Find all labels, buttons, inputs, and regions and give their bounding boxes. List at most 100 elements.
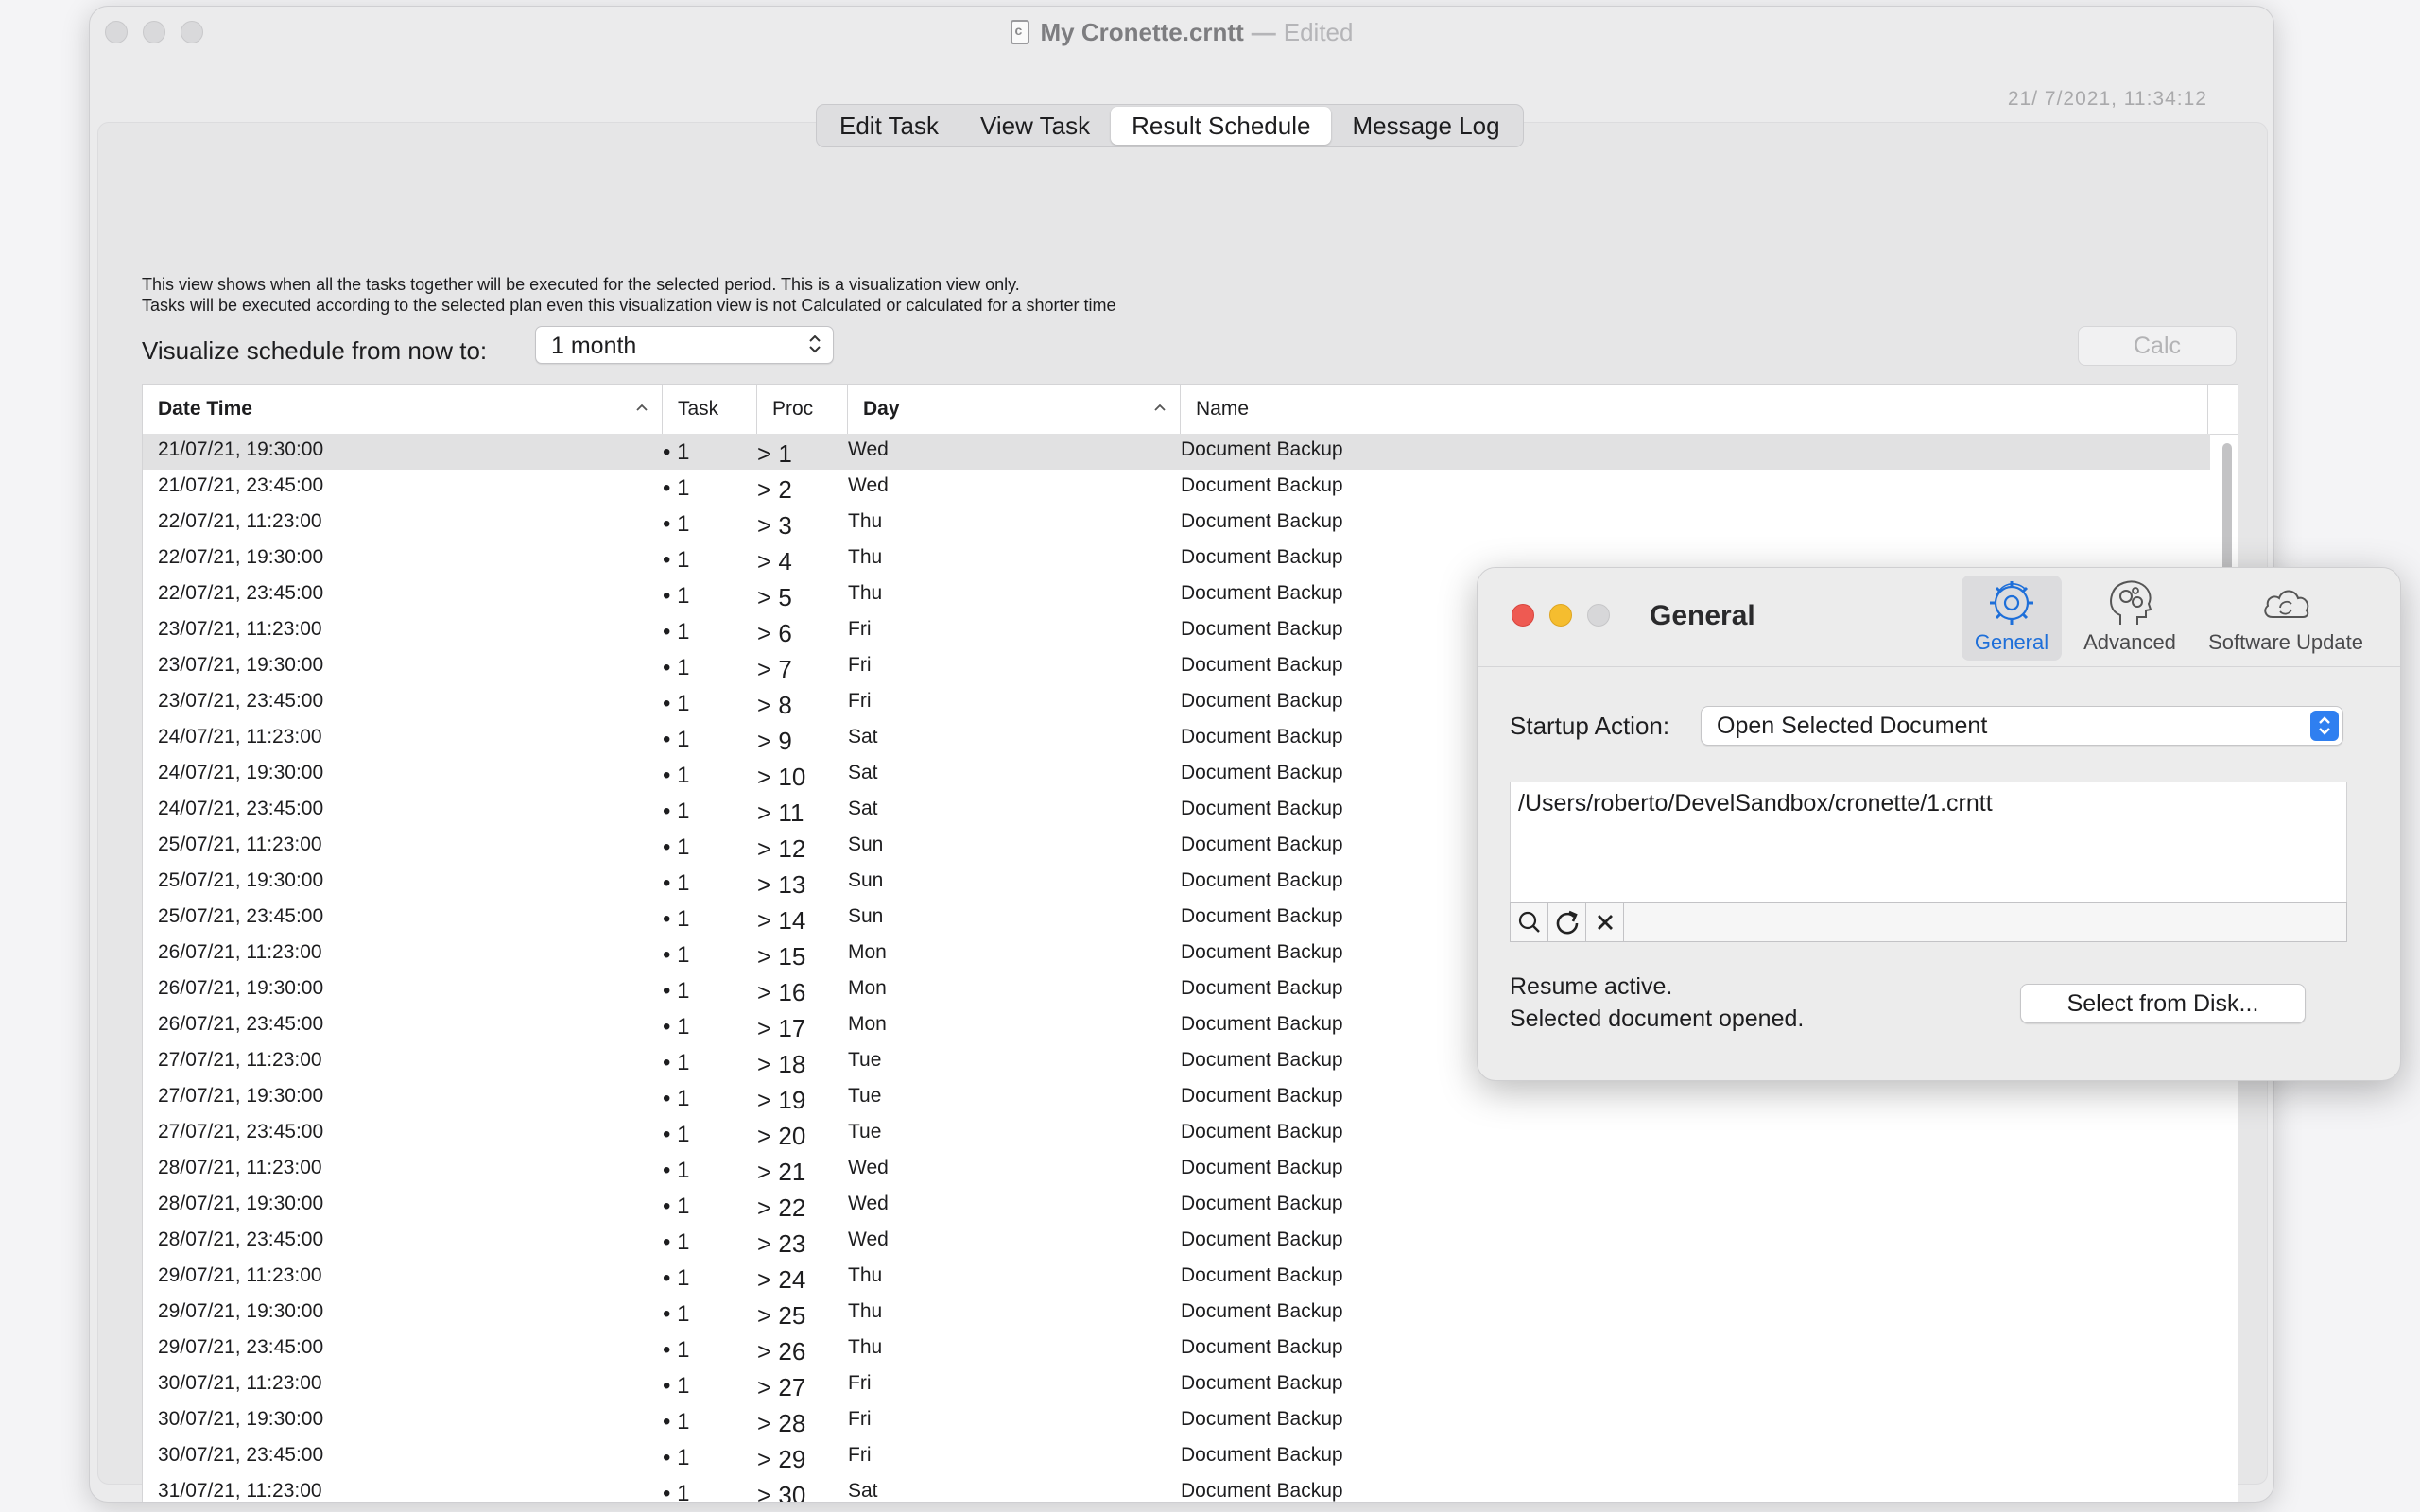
day-cell: Sun (848, 905, 884, 927)
tab-result-schedule[interactable]: Result Schedule (1111, 107, 1332, 145)
task-cell: • 1 (663, 978, 690, 1004)
pref-tab-general[interactable]: General (1962, 576, 2062, 661)
pref-tab-advanced[interactable]: Advanced (2073, 576, 2187, 661)
table-row[interactable]: 28/07/21, 11:23:00 • 1 > 21 Wed Document Bac… (143, 1152, 2210, 1188)
reveal-button[interactable] (1511, 903, 1548, 941)
name-cell: Document Backup (1181, 726, 1343, 747)
column-header-datetime[interactable]: Date Time (143, 385, 663, 434)
reload-button[interactable] (1548, 903, 1586, 941)
document-icon (1010, 20, 1029, 44)
status-text: Resume active. Selected document opened. (1510, 971, 1804, 1035)
datetime-cell: 27/07/21, 11:23:00 (158, 1049, 322, 1071)
close-preferences-button[interactable] (1512, 604, 1534, 627)
name-cell: Document Backup (1181, 618, 1343, 640)
table-row[interactable]: 22/07/21, 11:23:00 • 1 > 3 Thu Document Back… (143, 506, 2210, 541)
proc-cell: > 1 (757, 439, 792, 468)
proc-cell: > 19 (757, 1086, 806, 1114)
day-cell: Thu (848, 546, 883, 568)
table-row[interactable]: 30/07/21, 23:45:00 • 1 > 29 Fri Document Bac… (143, 1439, 2210, 1475)
name-cell: Document Backup (1181, 1300, 1343, 1322)
header-divider (2207, 385, 2208, 434)
document-path-field[interactable]: /Users/roberto/DevelSandbox/cronette/1.c… (1510, 782, 2347, 902)
day-cell: Wed (848, 1157, 889, 1178)
day-cell: Wed (848, 1193, 889, 1214)
proc-cell: > 8 (757, 691, 792, 719)
table-row[interactable]: 21/07/21, 23:45:00 • 1 > 2 Wed Document Back… (143, 470, 2210, 506)
datetime-cell: 22/07/21, 23:45:00 (158, 582, 324, 604)
table-row[interactable]: 30/07/21, 19:30:00 • 1 > 28 Fri Document Bac… (143, 1403, 2210, 1439)
day-cell: Sat (848, 798, 878, 819)
name-cell: Document Backup (1181, 1085, 1343, 1107)
task-cell: • 1 (663, 655, 690, 680)
table-row[interactable]: 28/07/21, 23:45:00 • 1 > 23 Wed Document Bac… (143, 1224, 2210, 1260)
proc-cell: > 7 (757, 655, 792, 683)
day-cell: Fri (848, 1408, 872, 1430)
datetime-cell: 30/07/21, 23:45:00 (158, 1444, 324, 1466)
visualize-period-select[interactable]: 1 month (535, 326, 834, 364)
proc-cell: > 3 (757, 511, 792, 540)
pref-tab-software-update[interactable]: Software Update (2198, 576, 2374, 661)
day-cell: Tue (848, 1049, 882, 1071)
day-cell: Thu (848, 1300, 883, 1322)
name-cell: Document Backup (1181, 1228, 1343, 1250)
name-cell: Document Backup (1181, 798, 1343, 819)
tab-message-log[interactable]: Message Log (1331, 107, 1520, 145)
task-cell: • 1 (663, 1445, 690, 1470)
datetime-cell: 25/07/21, 23:45:00 (158, 905, 324, 927)
table-row[interactable]: 28/07/21, 19:30:00 • 1 > 22 Wed Document Bac… (143, 1188, 2210, 1224)
table-row[interactable]: 27/07/21, 23:45:00 • 1 > 20 Tue Document Bac… (143, 1116, 2210, 1152)
table-row[interactable]: 29/07/21, 11:23:00 • 1 > 24 Thu Document Bac… (143, 1260, 2210, 1296)
name-cell: Document Backup (1181, 1049, 1343, 1071)
table-row[interactable]: 29/07/21, 23:45:00 • 1 > 26 Thu Document Bac… (143, 1332, 2210, 1367)
column-header-task[interactable]: Task (663, 385, 757, 434)
task-cell: • 1 (663, 1158, 690, 1183)
name-cell: Document Backup (1181, 905, 1343, 927)
proc-cell: > 10 (757, 763, 806, 791)
name-cell: Document Backup (1181, 941, 1343, 963)
proc-cell: > 4 (757, 547, 792, 576)
updown-chevron-icon (2310, 711, 2339, 741)
proc-cell: > 15 (757, 942, 806, 971)
day-cell: Mon (848, 941, 887, 963)
startup-action-label: Startup Action: (1510, 712, 1670, 740)
proc-cell: > 28 (757, 1409, 806, 1437)
table-row[interactable]: 21/07/21, 19:30:00 • 1 > 1 Wed Document Back… (143, 434, 2210, 470)
day-cell: Sat (848, 726, 878, 747)
column-header-name[interactable]: Name (1181, 385, 2207, 434)
close-icon (1598, 915, 1613, 930)
task-cell: • 1 (663, 834, 690, 860)
select-from-disk-button[interactable]: Select from Disk... (2020, 984, 2306, 1023)
datetime-cell: 30/07/21, 19:30:00 (158, 1408, 324, 1430)
tab-edit-task[interactable]: Edit Task (819, 107, 960, 145)
proc-cell: > 13 (757, 870, 806, 899)
datetime-cell: 28/07/21, 23:45:00 (158, 1228, 324, 1250)
calc-button[interactable]: Calc (2078, 326, 2237, 366)
name-cell: Document Backup (1181, 654, 1343, 676)
proc-cell: > 24 (757, 1265, 806, 1294)
tab-view-task[interactable]: View Task (959, 107, 1111, 145)
column-header-day[interactable]: Day (848, 385, 1181, 434)
clear-path-button[interactable] (1586, 903, 1624, 941)
table-row[interactable]: 27/07/21, 19:30:00 • 1 > 19 Tue Document Bac… (143, 1080, 2210, 1116)
day-cell: Wed (848, 438, 889, 460)
preferences-toolbar: General General Advanced Software Update (1478, 568, 2400, 667)
minimize-preferences-button[interactable] (1549, 604, 1572, 627)
name-cell: Document Backup (1181, 1121, 1343, 1143)
name-cell: Document Backup (1181, 1264, 1343, 1286)
task-cell: • 1 (663, 439, 690, 465)
datetime-cell: 22/07/21, 19:30:00 (158, 546, 324, 568)
datetime-cell: 30/07/21, 11:23:00 (158, 1372, 322, 1394)
name-cell: Document Backup (1181, 1408, 1343, 1430)
startup-action-select[interactable]: Open Selected Document (1701, 706, 2343, 746)
table-row[interactable]: 30/07/21, 11:23:00 • 1 > 27 Fri Document Bac… (143, 1367, 2210, 1403)
datetime-cell: 27/07/21, 19:30:00 (158, 1085, 324, 1107)
table-row[interactable]: 29/07/21, 19:30:00 • 1 > 25 Thu Document Bac… (143, 1296, 2210, 1332)
table-row[interactable]: 31/07/21, 11:23:00 • 1 > 30 Sat Document Bac… (143, 1475, 2210, 1502)
name-cell: Document Backup (1181, 1157, 1343, 1178)
day-cell: Thu (848, 582, 883, 604)
datetime-cell: 21/07/21, 19:30:00 (158, 438, 324, 460)
column-header-proc[interactable]: Proc (757, 385, 848, 434)
datetime-cell: 29/07/21, 19:30:00 (158, 1300, 324, 1322)
datetime-cell: 26/07/21, 11:23:00 (158, 941, 322, 963)
zoom-preferences-button[interactable] (1587, 604, 1610, 627)
